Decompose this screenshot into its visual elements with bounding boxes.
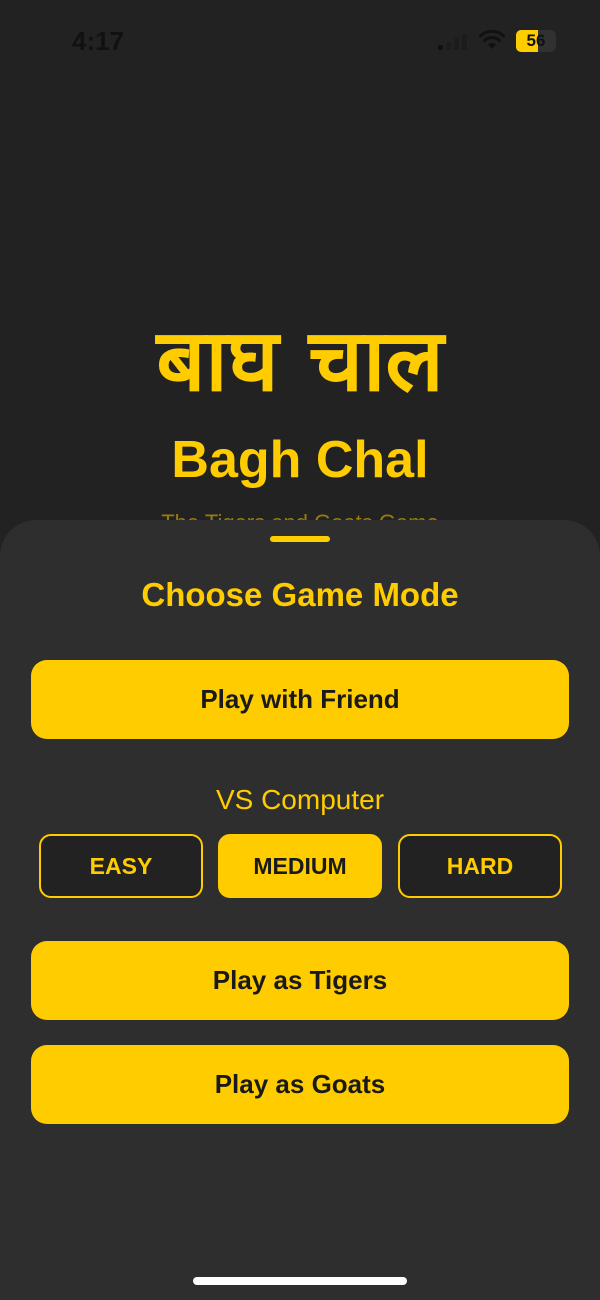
battery-icon: 56: [516, 30, 560, 52]
sheet-drag-handle[interactable]: [270, 536, 330, 542]
title-english: Bagh Chal: [171, 431, 429, 489]
signal-icon: [438, 34, 472, 50]
difficulty-easy-button[interactable]: EASY: [39, 834, 203, 898]
play-with-friend-button[interactable]: Play with Friend: [31, 660, 569, 739]
wifi-icon: [478, 29, 506, 49]
status-bar: 4:17 56: [0, 0, 600, 84]
vs-computer-label: VS Computer: [215, 784, 385, 815]
battery-percent: 56: [526, 31, 546, 50]
game-mode-sheet: Choose Game Mode Play with Friend VS Com…: [0, 520, 600, 1300]
difficulty-hard-button[interactable]: HARD: [398, 834, 562, 898]
difficulty-medium-button[interactable]: MEDIUM: [218, 834, 382, 898]
play-as-tigers-button[interactable]: Play as Tigers: [31, 941, 569, 1020]
status-time: 4:17: [72, 26, 125, 56]
play-as-goats-button[interactable]: Play as Goats: [31, 1045, 569, 1124]
home-indicator[interactable]: [193, 1277, 407, 1285]
sheet-title: Choose Game Mode: [141, 576, 459, 613]
title-hindi: बाघ चाल: [156, 311, 444, 411]
